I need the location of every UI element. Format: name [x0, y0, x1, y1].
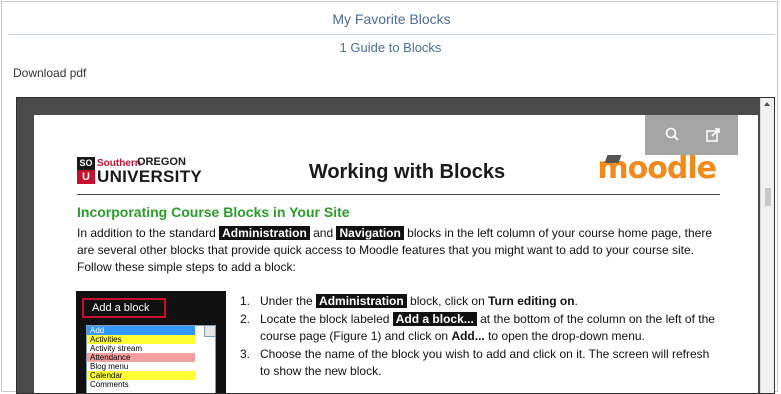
intro-highlight-administration: Administration [219, 226, 310, 240]
intro-text-1: In addition to the standard [77, 226, 220, 240]
scroll-thumb[interactable] [765, 188, 771, 206]
steps-list: 1. Under the Administration block, click … [240, 293, 720, 381]
pdf-viewer[interactable]: SO Southern OREGON U UNIVERSITY Working … [16, 97, 775, 394]
scroll-up-icon[interactable] [764, 102, 770, 106]
vertical-scrollbar[interactable] [760, 98, 774, 393]
intro-text-2: and [309, 226, 337, 240]
moodle-hat-icon [604, 155, 622, 163]
sou-logo-so: SO [77, 157, 95, 170]
step-number: 2. [240, 312, 251, 326]
section-heading: Incorporating Course Blocks in Your Site [77, 204, 350, 220]
dropdown-item: Activity stream [87, 344, 195, 353]
download-pdf-link[interactable]: Download pdf [13, 66, 86, 80]
block-dropdown: Add Activities Activity stream Attendance Bl… [86, 325, 216, 393]
intro-highlight-navigation: Navigation [336, 226, 404, 240]
step-text: Locate the block labeled [260, 312, 393, 326]
dropdown-list: Add Activities Activity stream Attendance Bl… [87, 326, 215, 389]
step-text: Under the [260, 294, 317, 308]
figure-add-block-screenshot: Add a block Add Activities Activity stream… [76, 291, 226, 393]
step-text: . [574, 294, 578, 308]
southern-oregon-university-logo: SO Southern OREGON U UNIVERSITY [77, 155, 217, 187]
external-link-icon[interactable] [703, 125, 723, 145]
intro-paragraph: In addition to the standard Administrati… [77, 225, 727, 276]
step-number: 1. [240, 294, 251, 308]
document-title: Working with Blocks [308, 161, 506, 183]
dropdown-item: Attendance [87, 353, 195, 362]
document-header: SO Southern OREGON U UNIVERSITY Working … [77, 151, 720, 195]
step-number: 3. [240, 347, 251, 361]
dropdown-item: Calendar [87, 371, 195, 380]
step-item: 1. Under the Administration block, click … [240, 293, 720, 310]
step-text: Choose the name of the block you wish to… [260, 347, 710, 378]
search-icon[interactable] [663, 125, 683, 145]
step-text: block, click on [406, 294, 489, 308]
step-bold: Turn editing on [488, 294, 575, 308]
add-block-label: Add a block [82, 298, 166, 318]
viewer-toolbar [645, 115, 738, 155]
step-item: 2. Locate the block labeled Add a block..… [240, 311, 720, 345]
sou-logo-u: U [77, 170, 95, 184]
dropdown-item: Add [87, 326, 195, 335]
step-highlight: Administration [316, 294, 407, 308]
step-item: 3. Choose the name of the block you wish … [240, 346, 720, 380]
guide-link[interactable]: 1 Guide to Blocks [0, 40, 781, 55]
dropdown-item: Comments [87, 380, 195, 389]
step-bold: Add... [451, 329, 485, 343]
page-title: My Favorite Blocks [8, 6, 775, 35]
pdf-page: SO Southern OREGON U UNIVERSITY Working … [34, 115, 758, 393]
sou-logo-university: UNIVERSITY [97, 167, 203, 186]
dropdown-item: Activities [87, 335, 195, 344]
dropdown-item: Blog menu [87, 362, 195, 371]
step-highlight: Add a block... [392, 312, 477, 326]
step-text: to open the drop-down menu. [484, 329, 645, 343]
chevron-down-icon [204, 326, 215, 337]
